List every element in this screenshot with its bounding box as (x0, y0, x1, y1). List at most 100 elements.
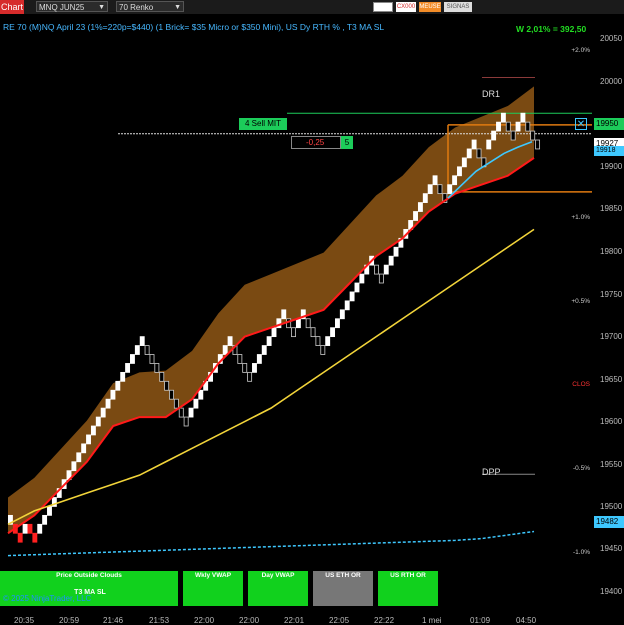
renko-brick (27, 523, 33, 534)
renko-brick (359, 273, 365, 284)
renko-brick (491, 130, 497, 141)
position-pnl[interactable]: -0,25 (291, 136, 341, 149)
time-tick: 01:09 (470, 616, 491, 625)
renko-brick (349, 291, 355, 302)
renko-brick (383, 264, 389, 275)
price-tick: 19500 (600, 502, 623, 511)
percent-level-label: -1.0% (573, 549, 590, 556)
price-tick: 19400 (600, 587, 623, 596)
renko-brick (447, 184, 453, 195)
renko-brick (339, 309, 345, 320)
price-tick: 19900 (600, 162, 623, 171)
cancel-order-icon[interactable]: ✕ (575, 118, 587, 130)
renko-brick (100, 407, 106, 418)
price-tick: 19600 (600, 417, 623, 426)
renko-brick (125, 363, 131, 373)
renko-brick (261, 345, 267, 355)
renko-brick (247, 371, 253, 382)
renko-brick (164, 380, 170, 391)
sell-mit-order-label[interactable]: 4 Sell MIT (239, 118, 287, 130)
renko-brick (422, 193, 428, 203)
renko-brick (242, 363, 248, 373)
renko-brick (237, 354, 243, 364)
renko-brick (47, 506, 52, 516)
renko-brick (120, 371, 126, 382)
renko-brick (295, 318, 301, 329)
account-pnl: W 2,01% = 392,50 (516, 24, 587, 34)
chart-title: RE 70 (M)NQ April 23 (1%=220p=$440) (1 B… (3, 22, 385, 32)
renko-brick (256, 354, 262, 364)
renko-brick (388, 255, 394, 266)
price-tick: 19800 (600, 247, 623, 256)
renko-brick (520, 112, 526, 123)
renko-brick (144, 345, 150, 355)
percent-level-label: +0.5% (571, 298, 590, 305)
time-tick: 22:05 (329, 616, 350, 625)
renko-brick (173, 398, 179, 409)
price-tick: 19550 (600, 460, 623, 469)
renko-brick (510, 130, 516, 141)
dr1-level-label: DR1 (482, 89, 501, 99)
renko-brick (344, 300, 350, 311)
renko-brick (417, 202, 423, 212)
renko-brick (466, 148, 472, 159)
sell-order-price-tag[interactable]: 19950 (594, 118, 624, 130)
t3-ma-price-tag: 19918 (594, 146, 624, 156)
percent-level-label: -0.5% (573, 465, 590, 472)
renko-brick (188, 407, 194, 418)
dpp-level-label: DPP (482, 467, 501, 477)
renko-brick (413, 211, 418, 221)
time-tick: 22:01 (284, 616, 305, 625)
percent-level-label: +2.0% (571, 47, 590, 54)
price-tick: 20000 (600, 77, 623, 86)
renko-brick (154, 363, 160, 373)
renko-brick (461, 157, 467, 168)
renko-brick (193, 398, 199, 409)
renko-brick (374, 264, 379, 275)
renko-brick (159, 371, 165, 382)
renko-brick (130, 354, 135, 364)
time-tick: 22:00 (239, 616, 260, 625)
close-level-label: CLOS (572, 381, 590, 388)
renko-chart-canvas[interactable] (0, 0, 624, 625)
weekly-vwap-button[interactable]: Wkly VWAP (183, 571, 243, 606)
renko-brick (530, 130, 536, 141)
renko-brick (525, 121, 531, 132)
renko-brick (222, 345, 228, 355)
renko-brick (105, 398, 111, 409)
renko-brick (42, 514, 48, 525)
time-tick: 22:22 (374, 616, 395, 625)
vwap-line (7, 530, 535, 557)
vwap-price-tag: 19482 (594, 516, 624, 528)
renko-brick (227, 336, 233, 346)
renko-brick (149, 354, 155, 364)
renko-brick (86, 434, 91, 445)
day-vwap-button[interactable]: Day VWAP (248, 571, 308, 606)
renko-brick (334, 318, 340, 329)
renko-brick (515, 121, 521, 132)
renko-brick (427, 184, 433, 195)
renko-brick (310, 327, 316, 338)
renko-brick (266, 336, 272, 346)
renko-brick (134, 345, 140, 355)
renko-brick (325, 336, 331, 346)
us-rth-or-button[interactable]: US RTH OR (378, 571, 438, 606)
renko-brick (471, 139, 477, 150)
renko-brick (17, 532, 23, 543)
position-quantity[interactable]: 5 (341, 136, 353, 149)
time-tick: 20:59 (59, 616, 80, 625)
renko-brick (305, 318, 311, 329)
renko-brick (32, 532, 38, 543)
renko-brick (457, 166, 462, 177)
renko-brick (393, 246, 399, 257)
renko-brick (71, 461, 77, 472)
renko-brick (81, 443, 87, 454)
renko-brick (505, 121, 511, 132)
renko-brick (354, 282, 360, 293)
us-eth-or-button[interactable]: US ETH OR (313, 571, 373, 606)
time-tick: 20:35 (14, 616, 35, 625)
renko-brick (281, 309, 287, 320)
renko-brick (95, 416, 101, 427)
renko-brick (115, 380, 121, 391)
renko-brick (271, 327, 277, 338)
